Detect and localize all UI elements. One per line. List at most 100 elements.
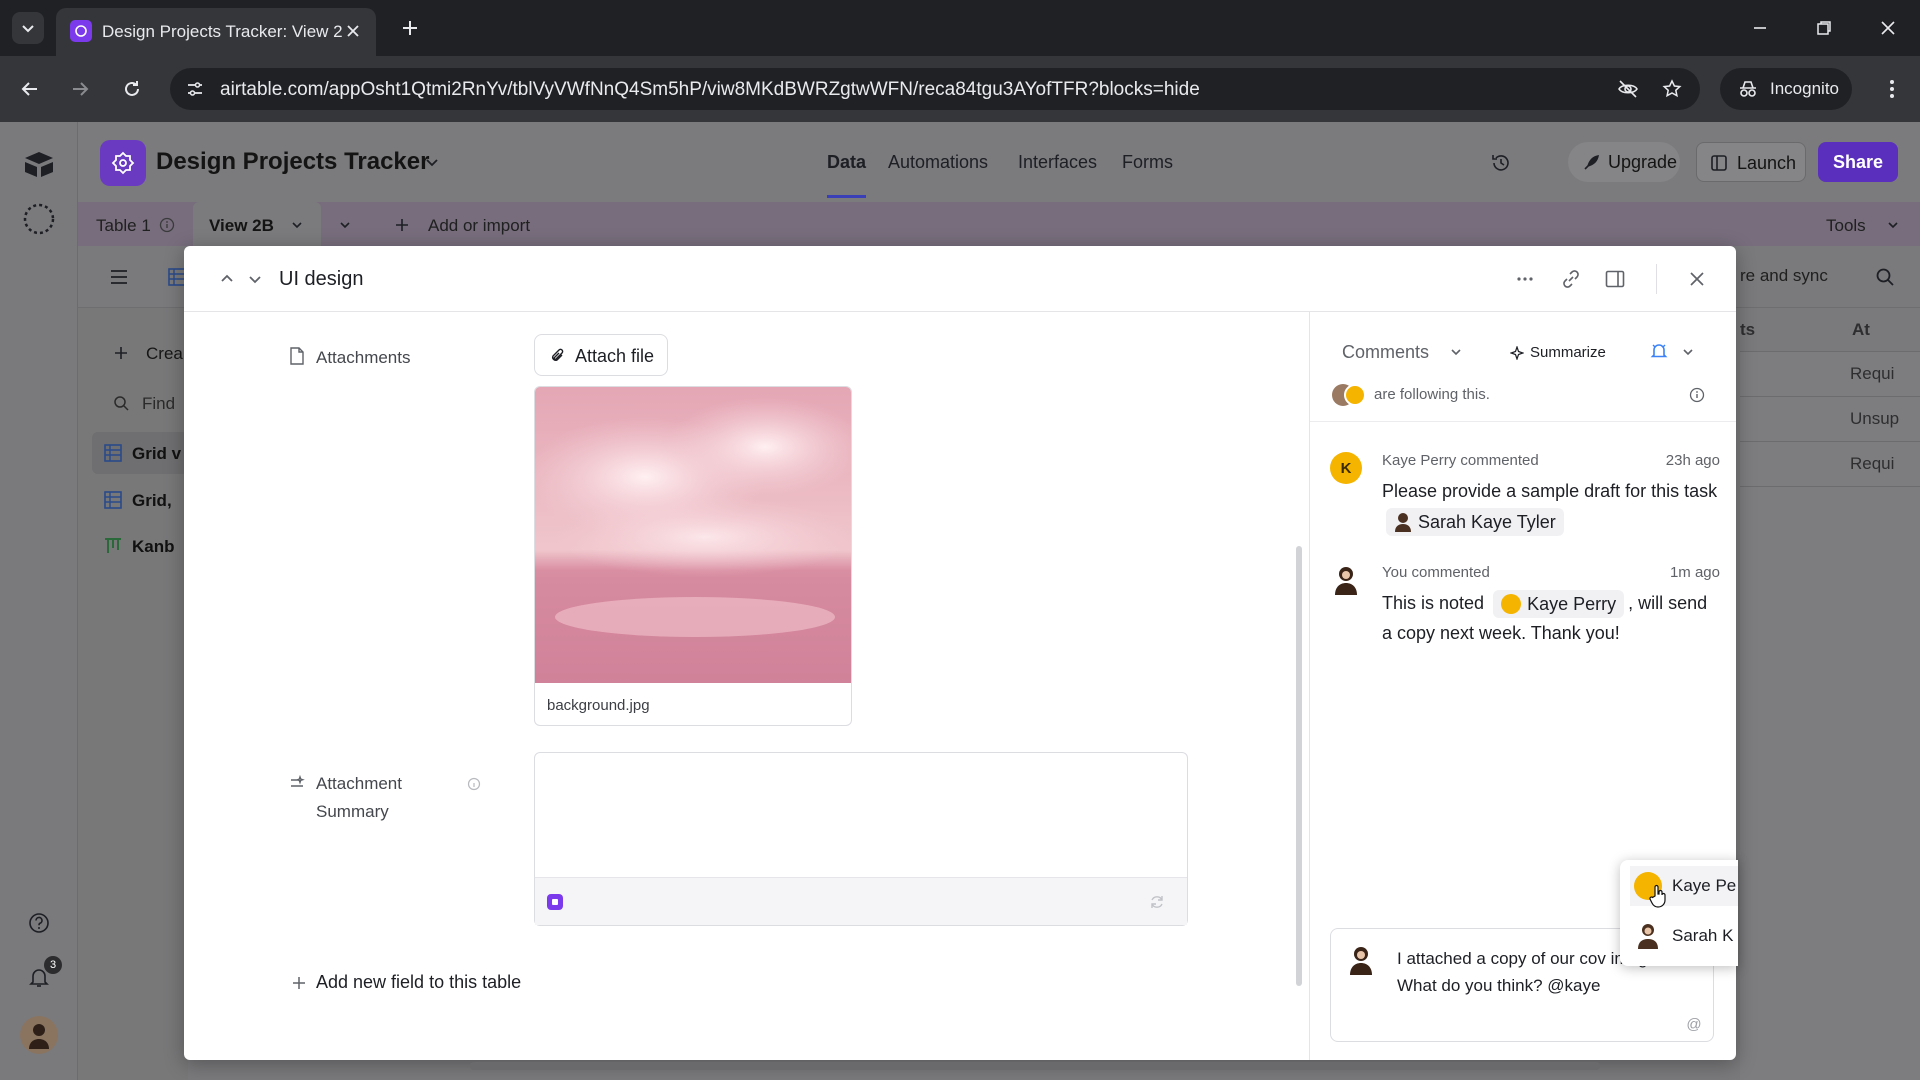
browser-menu-icon[interactable] bbox=[1876, 73, 1908, 105]
base-icon[interactable] bbox=[100, 140, 146, 186]
comments-dropdown[interactable]: Comments bbox=[1342, 342, 1429, 363]
eye-off-icon[interactable] bbox=[1616, 78, 1640, 100]
plus-icon[interactable] bbox=[290, 974, 308, 992]
grid-cell[interactable]: Requi bbox=[1740, 442, 1920, 487]
attachment-summary-label-line2: Summary bbox=[316, 802, 389, 821]
regenerate-icon[interactable] bbox=[1147, 892, 1167, 912]
column-header-label: At bbox=[1852, 320, 1870, 339]
mention-at-icon[interactable]: @ bbox=[1685, 1015, 1703, 1033]
grid-view-icon bbox=[104, 491, 122, 509]
bookmark-star-icon[interactable] bbox=[1660, 78, 1684, 100]
launch-button[interactable]: Launch bbox=[1696, 142, 1806, 182]
history-icon[interactable] bbox=[1488, 150, 1514, 176]
mention-option-kaye[interactable]: Kaye Pe bbox=[1630, 866, 1738, 908]
address-bar[interactable]: airtable.com/appOsht1Qtmi2RnYv/tblVyVWfN… bbox=[170, 68, 1700, 110]
find-view-input[interactable]: Find bbox=[142, 394, 175, 414]
hamburger-menu-icon[interactable] bbox=[108, 266, 130, 288]
new-tab-icon[interactable] bbox=[396, 14, 424, 42]
mention-option-label: Sarah K bbox=[1672, 926, 1734, 945]
minimize-icon[interactable] bbox=[1740, 10, 1780, 46]
mention-option-sarah[interactable]: Sarah K bbox=[1630, 916, 1738, 956]
upgrade-button[interactable]: Upgrade bbox=[1568, 142, 1680, 182]
sidebar-item-grid-active[interactable]: Grid v bbox=[92, 432, 188, 474]
next-record-chevron-down-icon[interactable] bbox=[242, 266, 268, 292]
add-or-import-button[interactable]: Add or import bbox=[428, 216, 530, 236]
avatar: K bbox=[1330, 452, 1362, 484]
kanban-icon bbox=[104, 537, 122, 555]
nav-automations[interactable]: Automations bbox=[888, 152, 988, 173]
ai-sparkle-icon bbox=[547, 894, 563, 910]
grid-cell[interactable]: Requi bbox=[1740, 352, 1920, 397]
sidebar-item-kanban[interactable]: Kanb bbox=[92, 526, 188, 566]
view-tab[interactable]: View 2B bbox=[193, 202, 321, 246]
launch-icon bbox=[1709, 153, 1729, 173]
back-arrow-icon[interactable] bbox=[14, 73, 46, 105]
close-window-icon[interactable] bbox=[1868, 10, 1908, 46]
user-mention-chip[interactable]: Sarah Kaye Tyler bbox=[1386, 508, 1564, 537]
notification-bell-icon[interactable] bbox=[1648, 340, 1670, 362]
site-settings-icon[interactable] bbox=[184, 79, 206, 99]
record-header: UI design bbox=[184, 246, 1736, 312]
nav-data[interactable]: Data bbox=[827, 152, 867, 198]
close-record-icon[interactable] bbox=[1684, 266, 1710, 292]
launch-label: Launch bbox=[1737, 153, 1797, 173]
attachment-card[interactable]: background.jpg bbox=[534, 386, 852, 726]
close-tab-icon[interactable] bbox=[340, 18, 366, 44]
attachment-thumbnail-image[interactable] bbox=[535, 387, 852, 683]
omni-spinner-icon[interactable] bbox=[20, 200, 58, 238]
incognito-indicator[interactable]: Incognito bbox=[1720, 68, 1852, 110]
help-icon[interactable] bbox=[26, 910, 52, 936]
forward-arrow-icon[interactable] bbox=[64, 73, 96, 105]
nav-interfaces[interactable]: Interfaces bbox=[1018, 152, 1097, 173]
restore-icon[interactable] bbox=[1804, 10, 1844, 46]
mention-name: Kaye Perry bbox=[1527, 594, 1617, 615]
browser-toolbar: airtable.com/appOsht1Qtmi2RnYv/tblVyVWfN… bbox=[0, 56, 1920, 122]
plus-icon[interactable] bbox=[392, 215, 412, 235]
previous-record-chevron-up-icon[interactable] bbox=[214, 266, 240, 292]
plus-icon[interactable] bbox=[112, 344, 130, 362]
table-tab[interactable]: Table 1 bbox=[96, 216, 151, 236]
header-divider bbox=[1656, 264, 1657, 294]
share-and-sync-button[interactable]: re and sync bbox=[1740, 266, 1828, 286]
browser-tab-bar: Design Projects Tracker: View 2B bbox=[0, 0, 1920, 56]
comment-item: You commented 1m ago This is noted Kaye … bbox=[1330, 564, 1720, 654]
sidebar-item-grid[interactable]: Grid, bbox=[92, 480, 188, 520]
search-icon[interactable] bbox=[1872, 264, 1898, 290]
base-name[interactable]: Design Projects Tracker bbox=[156, 148, 429, 176]
info-icon[interactable] bbox=[466, 776, 482, 792]
sidebar-item-label: Grid, bbox=[132, 491, 172, 510]
share-button[interactable]: Share bbox=[1818, 142, 1898, 182]
info-icon[interactable] bbox=[1688, 386, 1706, 404]
tools-menu[interactable]: Tools bbox=[1826, 216, 1866, 236]
chevron-down-icon[interactable] bbox=[422, 152, 442, 172]
chevron-down-icon[interactable] bbox=[1884, 216, 1902, 234]
attachment-summary-field[interactable] bbox=[534, 752, 1188, 926]
info-icon[interactable] bbox=[158, 216, 176, 234]
attach-file-button[interactable]: Attach file bbox=[534, 334, 668, 376]
cell-value: Unsup bbox=[1850, 409, 1900, 428]
copy-link-icon[interactable] bbox=[1558, 266, 1584, 292]
chevron-down-icon[interactable] bbox=[1680, 344, 1696, 360]
add-new-field-button[interactable]: Add new field to this table bbox=[316, 972, 521, 993]
browser-tab[interactable]: Design Projects Tracker: View 2B bbox=[56, 8, 376, 56]
nav-forms[interactable]: Forms bbox=[1122, 152, 1173, 173]
grid-column-header[interactable]: ts At bbox=[1740, 308, 1920, 352]
sidebar-item-label: Kanb bbox=[132, 537, 175, 556]
comment-body: This is noted bbox=[1382, 593, 1485, 613]
horizontal-scrollbar[interactable] bbox=[470, 1062, 1600, 1070]
fields-scrollbar[interactable] bbox=[1296, 546, 1302, 986]
summarize-button[interactable]: Summarize bbox=[1530, 344, 1606, 361]
more-options-icon[interactable] bbox=[1512, 266, 1538, 292]
create-view-button[interactable]: Crea bbox=[146, 344, 183, 364]
user-mention-chip[interactable]: Kaye Perry bbox=[1493, 590, 1625, 619]
reload-icon[interactable] bbox=[116, 73, 148, 105]
toggle-comments-panel-icon[interactable] bbox=[1602, 266, 1628, 292]
more-tables-chevron-icon[interactable] bbox=[336, 216, 354, 234]
user-avatar[interactable] bbox=[20, 1016, 58, 1054]
tab-search-button[interactable] bbox=[12, 12, 44, 44]
avatar bbox=[1501, 594, 1522, 615]
airtable-logo-icon[interactable] bbox=[20, 148, 58, 180]
grid-cell[interactable]: Unsup bbox=[1740, 397, 1920, 442]
chevron-down-icon[interactable] bbox=[1448, 344, 1464, 360]
sidebar-item-label: Grid v bbox=[132, 444, 182, 463]
